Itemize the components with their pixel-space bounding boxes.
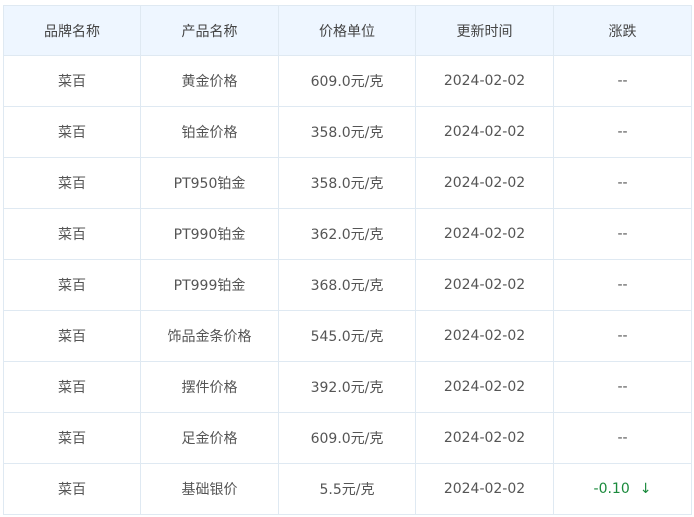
cell-product: 摆件价格 [140,361,279,413]
price-table-container: 品牌名称 产品名称 价格单位 更新时间 涨跌 菜百 黄金价格 609.0元/克 … [3,5,692,515]
header-price-unit: 价格单位 [278,5,416,56]
cell-change: -- [553,412,692,464]
cell-price: 609.0元/克 [278,55,416,107]
arrow-down-icon: ↓ [639,481,652,497]
cell-price: 368.0元/克 [278,259,416,311]
cell-change: -- [553,310,692,362]
cell-product: 足金价格 [140,412,279,464]
cell-product: 铂金价格 [140,106,279,158]
cell-price: 392.0元/克 [278,361,416,413]
price-table: 品牌名称 产品名称 价格单位 更新时间 涨跌 菜百 黄金价格 609.0元/克 … [3,5,692,515]
cell-product: PT950铂金 [140,157,279,209]
cell-change: -- [553,259,692,311]
change-value: -0.10 [593,481,630,497]
cell-price: 5.5元/克 [278,463,416,515]
cell-brand: 菜百 [3,106,141,158]
cell-product: PT990铂金 [140,208,279,260]
cell-date: 2024-02-02 [415,310,554,362]
cell-date: 2024-02-02 [415,55,554,107]
header-product: 产品名称 [140,5,279,56]
cell-price: 358.0元/克 [278,106,416,158]
header-update-time: 更新时间 [415,5,554,56]
cell-brand: 菜百 [3,361,141,413]
table-row: 菜百 足金价格 609.0元/克 2024-02-02 -- [3,412,692,464]
cell-date: 2024-02-02 [415,208,554,260]
cell-change: -0.10 ↓ [553,463,692,515]
table-row: 菜百 PT990铂金 362.0元/克 2024-02-02 -- [3,208,692,260]
cell-brand: 菜百 [3,463,141,515]
cell-change: -- [553,361,692,413]
cell-change: -- [553,106,692,158]
cell-product: PT999铂金 [140,259,279,311]
table-header-row: 品牌名称 产品名称 价格单位 更新时间 涨跌 [3,5,692,56]
cell-brand: 菜百 [3,157,141,209]
cell-date: 2024-02-02 [415,157,554,209]
header-change: 涨跌 [553,5,692,56]
cell-product: 基础银价 [140,463,279,515]
cell-change: -- [553,208,692,260]
cell-price: 609.0元/克 [278,412,416,464]
cell-date: 2024-02-02 [415,463,554,515]
cell-brand: 菜百 [3,55,141,107]
cell-change: -- [553,157,692,209]
cell-brand: 菜百 [3,310,141,362]
cell-brand: 菜百 [3,412,141,464]
table-row: 菜百 PT999铂金 368.0元/克 2024-02-02 -- [3,259,692,311]
cell-price: 362.0元/克 [278,208,416,260]
cell-product: 饰品金条价格 [140,310,279,362]
cell-date: 2024-02-02 [415,106,554,158]
table-row: 菜百 基础银价 5.5元/克 2024-02-02 -0.10 ↓ [3,463,692,515]
cell-product: 黄金价格 [140,55,279,107]
table-row: 菜百 摆件价格 392.0元/克 2024-02-02 -- [3,361,692,413]
cell-change: -- [553,55,692,107]
cell-brand: 菜百 [3,259,141,311]
table-row: 菜百 铂金价格 358.0元/克 2024-02-02 -- [3,106,692,158]
cell-price: 358.0元/克 [278,157,416,209]
cell-date: 2024-02-02 [415,361,554,413]
table-row: 菜百 PT950铂金 358.0元/克 2024-02-02 -- [3,157,692,209]
cell-price: 545.0元/克 [278,310,416,362]
table-row: 菜百 黄金价格 609.0元/克 2024-02-02 -- [3,55,692,107]
cell-brand: 菜百 [3,208,141,260]
header-brand: 品牌名称 [3,5,141,56]
cell-date: 2024-02-02 [415,412,554,464]
table-row: 菜百 饰品金条价格 545.0元/克 2024-02-02 -- [3,310,692,362]
cell-date: 2024-02-02 [415,259,554,311]
